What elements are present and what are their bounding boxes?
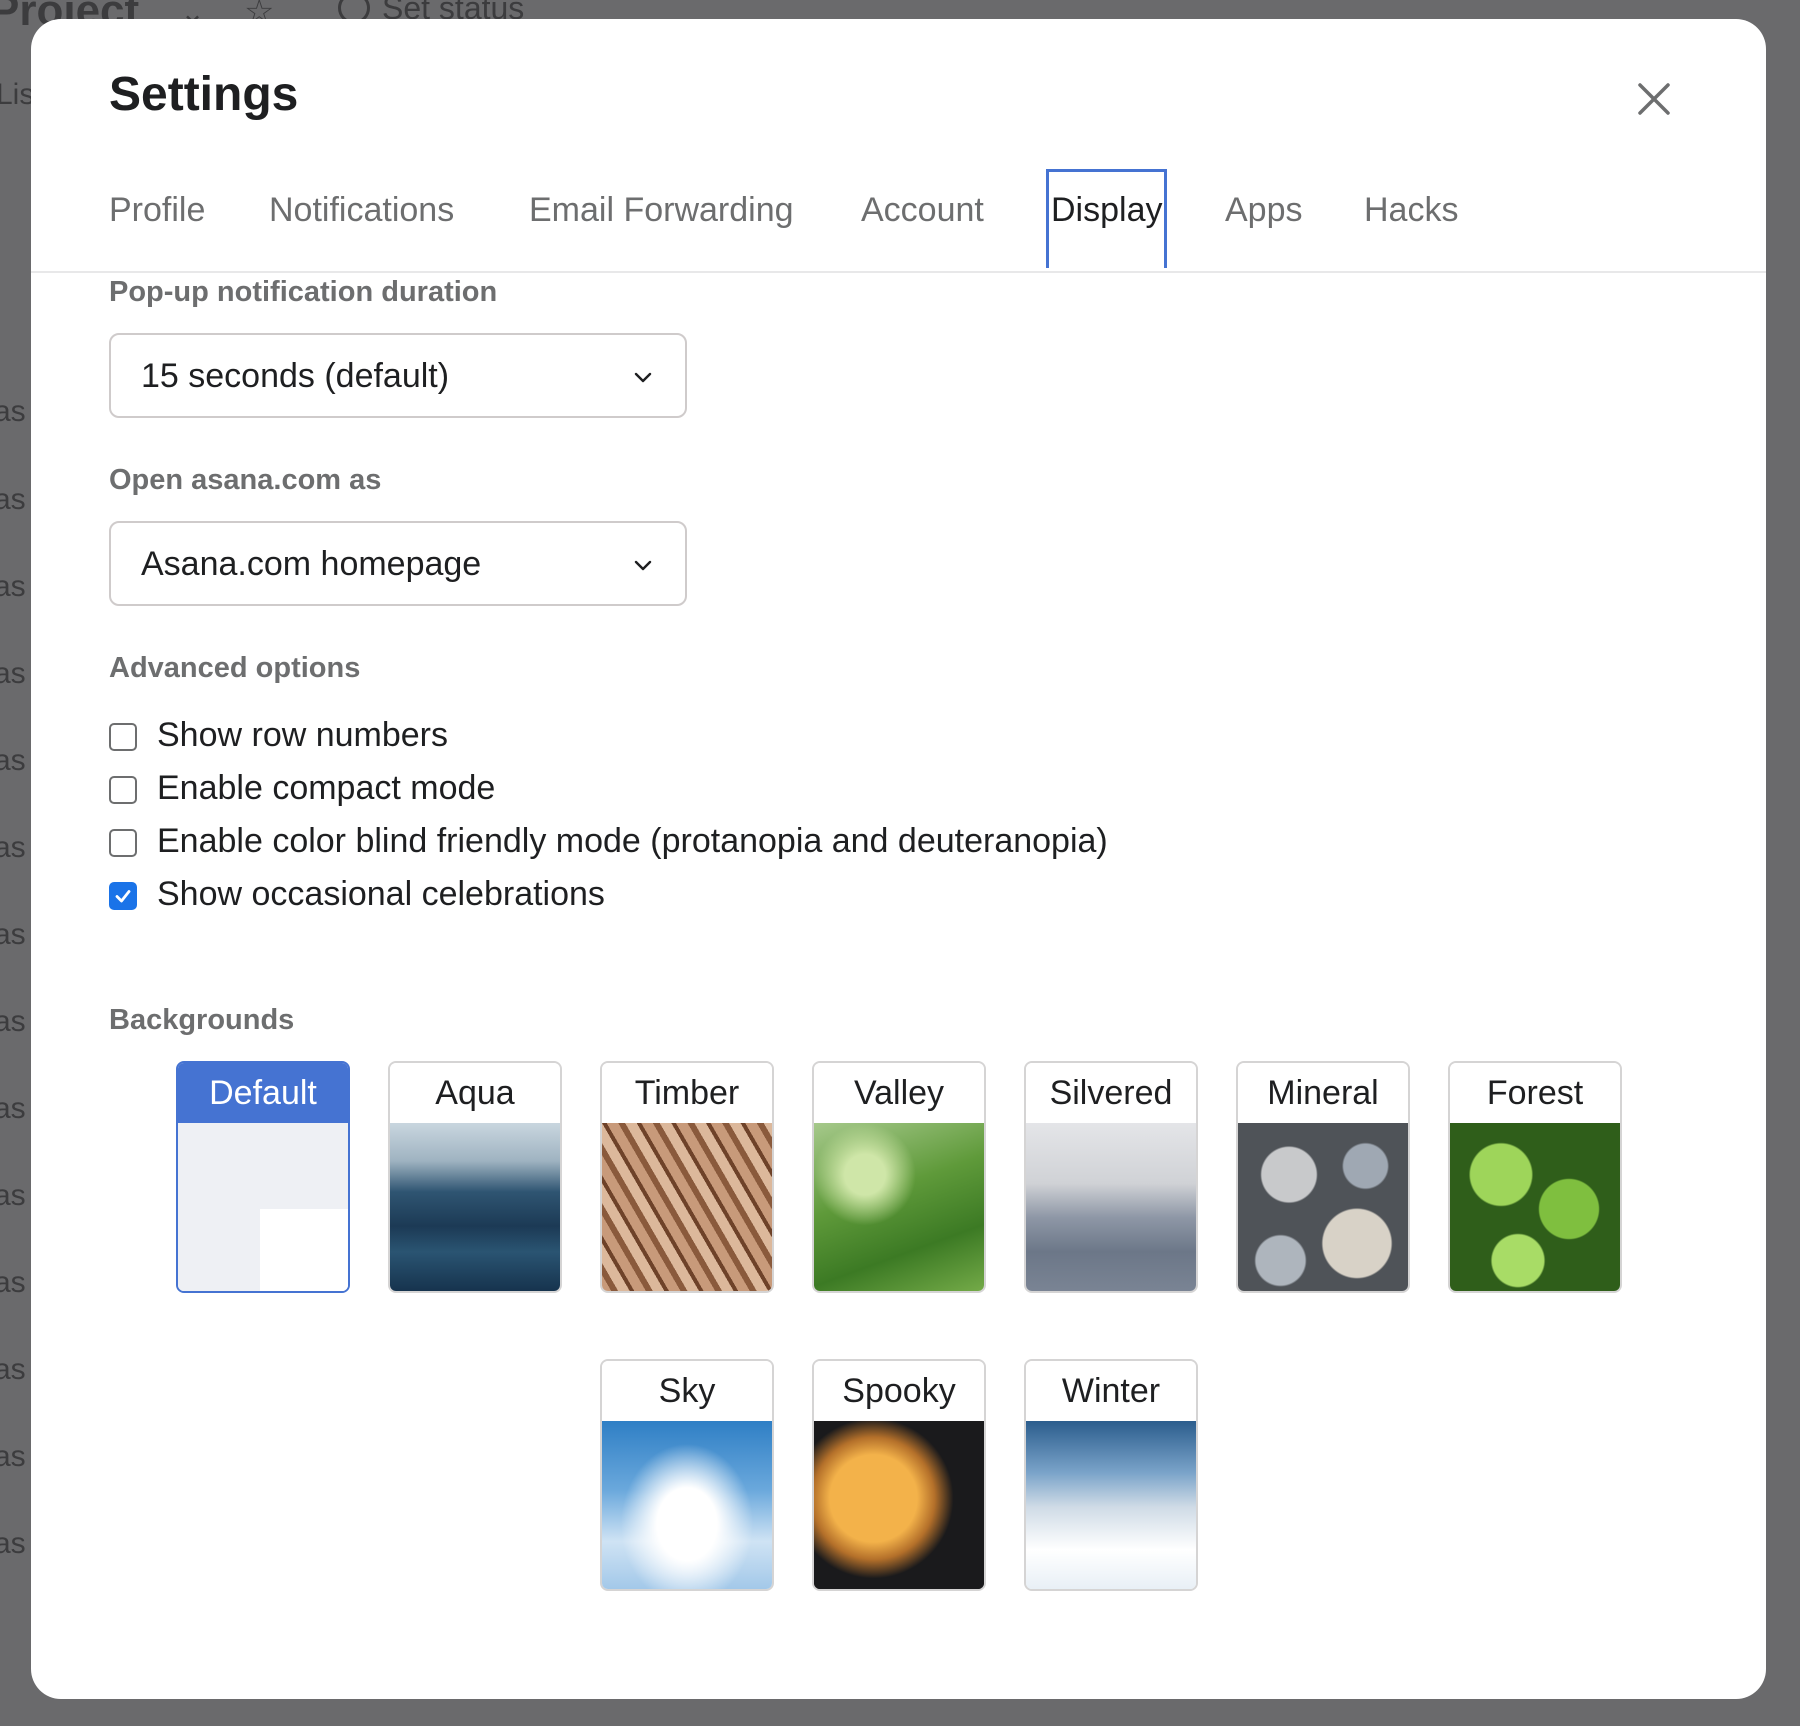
background-silvered[interactable]: Silvered: [1024, 1061, 1198, 1293]
task-row-text: as: [0, 1092, 26, 1125]
background-thumbnail: [602, 1421, 772, 1589]
task-row-text: as: [0, 831, 26, 864]
background-valley[interactable]: Valley: [812, 1061, 986, 1293]
open-as-value: Asana.com homepage: [141, 545, 482, 583]
background-thumbnail: [178, 1123, 348, 1291]
tile-label: Default: [178, 1063, 348, 1123]
background-thumbnail: [1450, 1123, 1620, 1291]
task-row-text: as: [0, 1005, 26, 1038]
dialog-title: Settings: [109, 68, 299, 121]
background-sky[interactable]: Sky: [600, 1359, 774, 1591]
tile-label: Mineral: [1238, 1063, 1408, 1123]
tile-label: Winter: [1026, 1361, 1196, 1421]
background-aqua[interactable]: Aqua: [388, 1061, 562, 1293]
popup-duration-label: Pop-up notification duration: [109, 276, 498, 308]
background-spooky[interactable]: Spooky: [812, 1359, 986, 1591]
background-thumbnail: [1026, 1123, 1196, 1291]
background-default[interactable]: Default: [176, 1061, 350, 1293]
background-thumbnail: [814, 1421, 984, 1589]
checkbox[interactable]: [109, 723, 137, 751]
task-row-text: as: [0, 483, 26, 516]
option-label: Enable color blind friendly mode (protan…: [157, 822, 1108, 860]
close-icon: [1638, 83, 1670, 115]
popup-duration-select[interactable]: 15 seconds (default): [109, 333, 687, 418]
tile-label: Sky: [602, 1361, 772, 1421]
tile-label: Valley: [814, 1063, 984, 1123]
background-timber[interactable]: Timber: [600, 1061, 774, 1293]
checkbox[interactable]: [109, 882, 137, 910]
checkbox[interactable]: [109, 776, 137, 804]
close-button[interactable]: [1632, 77, 1676, 121]
task-row-text: as: [0, 1179, 26, 1212]
settings-tabs: Profile Notifications Email Forwarding A…: [31, 169, 1766, 273]
background-thumbnail: [1238, 1123, 1408, 1291]
tab-notifications[interactable]: Notifications: [269, 191, 454, 230]
task-row-text: as: [0, 657, 26, 690]
tab-apps[interactable]: Apps: [1225, 191, 1303, 230]
checkbox[interactable]: [109, 829, 137, 857]
task-row-text: as: [0, 1266, 26, 1299]
task-row-text: as: [0, 1353, 26, 1386]
background-thumbnail: [814, 1123, 984, 1291]
tile-label: Aqua: [390, 1063, 560, 1123]
tile-label: Forest: [1450, 1063, 1620, 1123]
task-row-text: as: [0, 918, 26, 951]
background-thumbnail: [1026, 1421, 1196, 1589]
tab-hacks[interactable]: Hacks: [1364, 191, 1458, 230]
background-forest[interactable]: Forest: [1448, 1061, 1622, 1293]
tile-label: Timber: [602, 1063, 772, 1123]
popup-duration-value: 15 seconds (default): [141, 357, 450, 395]
chevron-down-icon: [634, 372, 652, 383]
tab-email-forwarding[interactable]: Email Forwarding: [529, 191, 794, 230]
task-row-text: as: [0, 395, 26, 428]
option-label: Show occasional celebrations: [157, 875, 605, 913]
tile-label: Spooky: [814, 1361, 984, 1421]
backgrounds-label: Backgrounds: [109, 1004, 295, 1036]
open-as-label: Open asana.com as: [109, 464, 382, 496]
checkmark-icon: [115, 890, 131, 903]
tile-label: Silvered: [1026, 1063, 1196, 1123]
task-row-text: as: [0, 1440, 26, 1473]
chevron-down-icon: [634, 560, 652, 571]
background-winter[interactable]: Winter: [1024, 1359, 1198, 1591]
tab-profile[interactable]: Profile: [109, 191, 205, 230]
tab-account[interactable]: Account: [861, 191, 984, 230]
background-mineral[interactable]: Mineral: [1236, 1061, 1410, 1293]
background-thumbnail: [390, 1123, 560, 1291]
background-thumbnail: [602, 1123, 772, 1291]
open-as-select[interactable]: Asana.com homepage: [109, 521, 687, 606]
task-row-text: as: [0, 744, 26, 777]
settings-dialog: Settings Profile Notifications Email For…: [31, 19, 1766, 1699]
task-row-text: as: [0, 1527, 26, 1560]
task-row-text: as: [0, 570, 26, 603]
active-tab-indicator: [1046, 169, 1167, 268]
option-label: Enable compact mode: [157, 769, 496, 807]
advanced-options-label: Advanced options: [109, 652, 361, 684]
option-label: Show row numbers: [157, 716, 449, 754]
